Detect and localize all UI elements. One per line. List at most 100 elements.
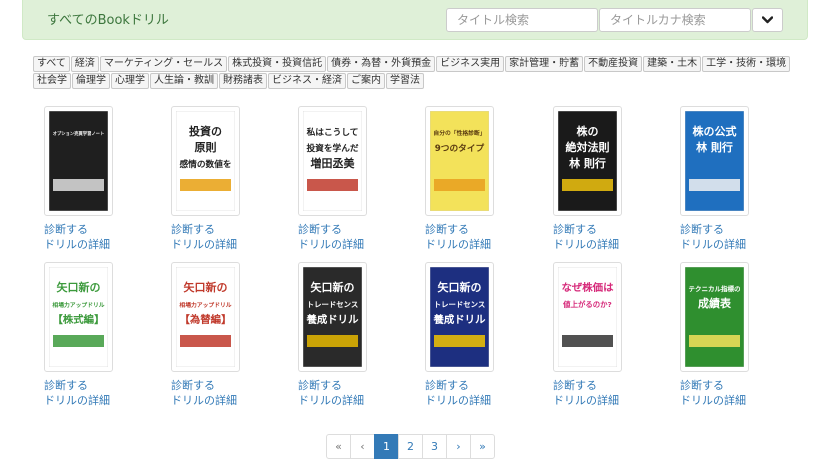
diagnose-link[interactable]: 診断する <box>553 222 653 237</box>
drill-detail-link[interactable]: ドリルの詳細 <box>44 237 144 252</box>
drill-detail-link[interactable]: ドリルの詳細 <box>553 393 653 408</box>
category-button[interactable]: 債券・為替・外貨預金 <box>327 56 436 72</box>
page-button-3[interactable]: 3 <box>422 434 447 459</box>
book-cover[interactable]: 株の絶対法則林 則行 <box>553 106 622 216</box>
category-button[interactable]: 心理学 <box>111 73 149 89</box>
book-cover-text: 養成ドリル <box>433 313 487 326</box>
book-cover-text: 矢口新の <box>57 280 101 294</box>
book-cover-text: 矢口新の <box>438 280 482 294</box>
diagnose-link[interactable]: 診断する <box>298 378 398 393</box>
diagnose-link[interactable]: 診断する <box>171 378 271 393</box>
book-cover[interactable]: テクニカル指標の 成績表 <box>680 262 749 372</box>
drill-detail-link[interactable]: ドリルの詳細 <box>298 237 398 252</box>
category-button[interactable]: ビジネス実用 <box>436 56 505 72</box>
page-title: すべてのBookドリル <box>47 13 169 28</box>
page-button-2[interactable]: 2 <box>398 434 423 459</box>
drill-detail-link[interactable]: ドリルの詳細 <box>44 393 144 408</box>
diagnose-link[interactable]: 診断する <box>171 222 271 237</box>
diagnose-link[interactable]: 診断する <box>44 378 144 393</box>
book-cover-text: 【為替編】 <box>180 313 232 326</box>
book-cover-text: 株の <box>577 124 599 138</box>
drill-detail-link[interactable]: ドリルの詳細 <box>298 393 398 408</box>
book-cover[interactable]: なぜ株価は 値上がるのか? <box>553 262 622 372</box>
drill-detail-link[interactable]: ドリルの詳細 <box>171 237 271 252</box>
category-button[interactable]: ビジネス・経済 <box>268 73 346 89</box>
category-button[interactable]: 建築・土木 <box>643 56 702 72</box>
category-button[interactable]: 財務諸表 <box>219 73 267 89</box>
book-cover[interactable]: 矢口新の 相場力アップドリル 【為替編】 <box>171 262 240 372</box>
book-cover-image: 投資の原則感情の数値を <box>176 111 235 211</box>
book-cover-text: 林 則行 <box>569 156 606 170</box>
diagnose-link[interactable]: 診断する <box>680 222 780 237</box>
book-cover[interactable]: 投資の 原則 感情の数値を <box>171 106 240 216</box>
drill-detail-link[interactable]: ドリルの詳細 <box>680 393 780 408</box>
book-cover-text: 自分の「性格診断」 <box>433 129 485 137</box>
book-cover[interactable]: オプション売買学習ノート <box>44 106 113 216</box>
drill-detail-link[interactable]: ドリルの詳細 <box>553 237 653 252</box>
book-card: テクニカル指標の 成績表診断する ドリルの詳細 <box>680 262 780 408</box>
category-button[interactable]: ご案内 <box>347 73 385 89</box>
dropdown-button[interactable] <box>752 8 783 32</box>
category-button[interactable]: 経済 <box>70 56 99 72</box>
book-cover-text: 原則 <box>195 140 217 154</box>
book-cover-image: 私はこうして投資を学んだ増田丞美 <box>303 111 362 211</box>
category-button[interactable]: 株式投資・投資信託 <box>228 56 327 72</box>
book-card: 私はこうして 投資を学んだ 増田丞美診断する ドリルの詳細 <box>298 106 398 252</box>
book-cover-text: 株の公式 <box>693 124 737 138</box>
drill-detail-link[interactable]: ドリルの詳細 <box>171 393 271 408</box>
book-cover[interactable]: 自分の「性格診断」 9つのタイプ <box>425 106 494 216</box>
category-button[interactable]: マーケティング・セールス <box>99 56 228 72</box>
book-cover-text: 養成ドリル <box>306 313 360 326</box>
title-kana-search-input[interactable] <box>599 8 751 32</box>
app-root: すべてのBookドリル すべて経済マーケティング・セールス株式投資・投資信託債券… <box>0 0 830 463</box>
book-card: 株の絶対法則林 則行診断する ドリルの詳細 <box>553 106 653 252</box>
book-cover-text: 増田丞美 <box>311 156 356 170</box>
book-cover-text: オプション売買学習ノート <box>53 130 105 137</box>
book-cover-text: 成績表 <box>698 296 732 310</box>
book-card: 矢口新の トレードセンス 養成ドリル診断する ドリルの詳細 <box>298 262 398 408</box>
diagnose-link[interactable]: 診断する <box>425 222 525 237</box>
diagnose-link[interactable]: 診断する <box>553 378 653 393</box>
prev-page-button[interactable]: ‹ <box>350 434 375 459</box>
page-button-1[interactable]: 1 <box>374 434 399 459</box>
book-cover-text: 投資を学んだ <box>306 142 358 154</box>
drill-detail-link[interactable]: ドリルの詳細 <box>425 237 525 252</box>
book-cover-text: 値上がるのか? <box>562 300 612 309</box>
first-page-button[interactable]: « <box>326 434 351 459</box>
category-button[interactable]: 工学・技術・環境 <box>702 56 791 72</box>
book-cover-image: テクニカル指標の成績表 <box>685 267 744 367</box>
book-cover[interactable]: 私はこうして 投資を学んだ 増田丞美 <box>298 106 367 216</box>
diagnose-link[interactable]: 診断する <box>44 222 144 237</box>
drill-detail-link[interactable]: ドリルの詳細 <box>425 393 525 408</box>
category-button[interactable]: 社会学 <box>33 73 71 89</box>
book-card: 株の公式林 則行診断する ドリルの詳細 <box>680 106 780 252</box>
category-filter-list: すべて 経済 マーケティング・セールス 株式投資・投資信託 債券・為替・外貨預金 ビジネス… <box>33 56 793 90</box>
drill-detail-link[interactable]: ドリルの詳細 <box>680 237 780 252</box>
book-cover-image: 株の公式林 則行 <box>685 111 744 211</box>
book-cover-image: 矢口新の相場力アップドリル【株式編】 <box>49 267 108 367</box>
diagnose-link[interactable]: 診断する <box>680 378 780 393</box>
book-cover-text: トレードセンス <box>434 300 486 309</box>
book-cover-image: 株の絶対法則林 則行 <box>558 111 617 211</box>
diagnose-link[interactable]: 診断する <box>298 222 398 237</box>
book-cover-text: 私はこうして <box>306 126 359 138</box>
book-cover-text: 【株式編】 <box>53 313 105 326</box>
book-cover[interactable]: 矢口新の 相場力アップドリル 【株式編】 <box>44 262 113 372</box>
next-page-button[interactable]: › <box>446 434 471 459</box>
category-button[interactable]: 不動産投資 <box>584 56 643 72</box>
title-search-input[interactable] <box>446 8 598 32</box>
book-cover-text: 感情の数値を <box>179 158 231 170</box>
diagnose-link[interactable]: 診断する <box>425 378 525 393</box>
category-button[interactable]: 人生論・教訓 <box>150 73 218 89</box>
book-cover-text: 絶対法則 <box>566 140 610 154</box>
book-cover-image: 自分の「性格診断」 9つのタイプ <box>430 111 489 211</box>
book-cover[interactable]: 矢口新の トレードセンス 養成ドリル <box>298 262 367 372</box>
category-button[interactable]: 学習法 <box>386 73 424 89</box>
category-button[interactable]: すべて <box>33 56 70 72</box>
category-button[interactable]: 家計管理・貯蓄 <box>505 56 584 72</box>
last-page-button[interactable]: » <box>470 434 495 459</box>
category-button[interactable]: 倫理学 <box>72 73 110 89</box>
header-bar: すべてのBookドリル <box>22 0 808 40</box>
book-cover[interactable]: 株の公式林 則行 <box>680 106 749 216</box>
book-cover[interactable]: 矢口新のトレードセンス養成ドリル <box>425 262 494 372</box>
